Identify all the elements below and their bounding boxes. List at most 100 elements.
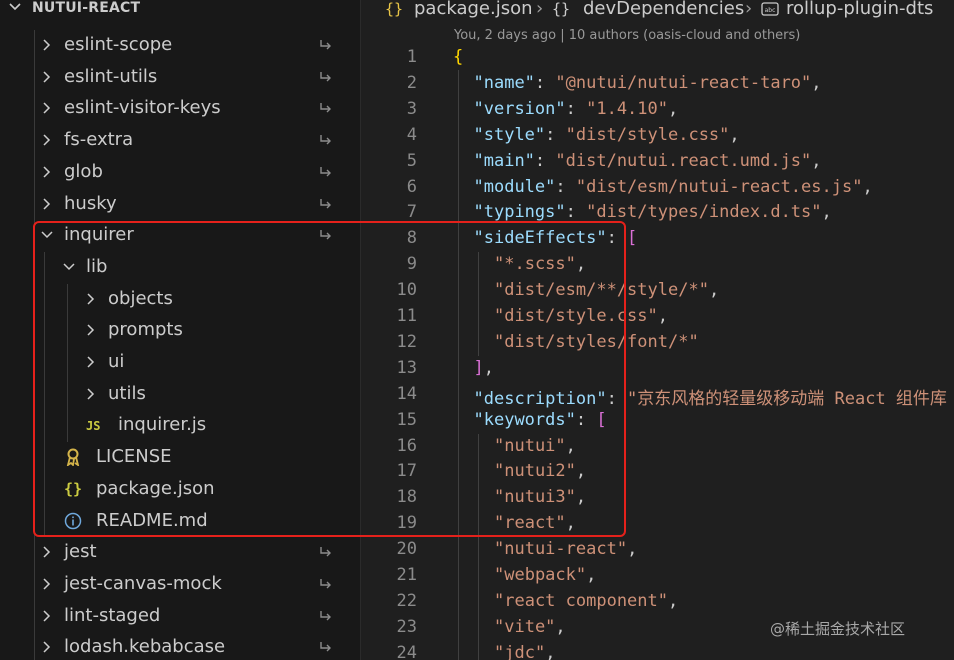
tree-item-utils[interactable]: utils [0, 379, 360, 410]
json-file-icon: {} [385, 0, 404, 18]
code-token: , [811, 150, 822, 171]
tree-item-package-json[interactable]: {} package.json [0, 474, 360, 505]
code-line[interactable]: 15 "keywords": [ [361, 408, 954, 434]
code-token: , [627, 539, 638, 560]
code-line[interactable]: 7 "typings": "dist/types/index.d.ts", [361, 200, 954, 226]
code-token: , [862, 176, 873, 197]
line-number: 1 [406, 47, 417, 67]
code-line[interactable]: 5 "main": "dist/nutui.react.umd.js", [361, 149, 954, 175]
chevron-right-icon[interactable] [40, 38, 54, 52]
code-token: : [565, 98, 587, 119]
chevron-right-icon[interactable] [40, 197, 54, 211]
code-line[interactable]: 24 "jdc", [361, 641, 954, 660]
tree-item-jest-canvas-mock[interactable]: jest-canvas-mock [0, 569, 360, 600]
code-line[interactable]: 6 "module": "dist/esm/nutui-react.es.js", [361, 175, 954, 201]
line-number: 12 [396, 331, 417, 352]
tree-item-label: README.md [96, 509, 208, 531]
code-line[interactable]: 11 "dist/style.css", [361, 304, 954, 330]
tree-item-lint-staged[interactable]: lint-staged [0, 601, 360, 632]
code-line[interactable]: 3 "version": "1.4.10", [361, 97, 954, 123]
line-number: 13 [396, 357, 417, 378]
chevron-down-icon[interactable] [62, 260, 76, 274]
code-line[interactable]: 20 "nutui-react", [361, 537, 954, 563]
chevron-right-icon[interactable] [40, 70, 54, 84]
code-line[interactable]: 22 "react component", [361, 589, 954, 615]
tree-item-jest[interactable]: jest [0, 537, 360, 568]
chevron-right-icon[interactable] [40, 640, 54, 654]
explorer-root-header[interactable]: NUTUI-REACT [0, 0, 360, 24]
code-line[interactable]: 4 "style": "dist/style.css", [361, 123, 954, 149]
code-token: "nutui2" [494, 461, 576, 482]
code-token: "description" [473, 388, 607, 409]
tree-item-label: eslint-visitor-keys [64, 97, 221, 119]
chevron-right-icon[interactable] [84, 355, 98, 369]
code-token: "dist/style.css" [565, 124, 730, 145]
watermark: @稀土掘金技术社区 [770, 620, 906, 638]
code-token: : [565, 202, 587, 223]
tree-item-objects[interactable]: objects [0, 284, 360, 315]
chevron-right-icon[interactable] [40, 577, 54, 591]
chevron-down-icon [9, 3, 21, 11]
code-text: "module": "dist/esm/nutui-react.es.js", [474, 177, 873, 197]
code-line[interactable]: 10 "dist/esm/**/style/*", [361, 278, 954, 304]
symlink-arrow-icon [320, 40, 331, 50]
chevron-right-icon[interactable] [40, 609, 54, 623]
tree-item-eslint-scope[interactable]: eslint-scope [0, 30, 360, 61]
chevron-right-icon[interactable] [84, 323, 98, 337]
tree-item-lib[interactable]: lib [0, 252, 360, 283]
chevron-right-icon[interactable] [40, 101, 54, 115]
breadcrumb-section[interactable]: devDependencies [583, 0, 744, 19]
tree-item-ui[interactable]: ui [0, 347, 360, 378]
code-line[interactable]: 13], [361, 356, 954, 382]
tree-item-label: eslint-scope [64, 34, 173, 55]
code-text: "react component", [494, 591, 678, 611]
code-token: "nutui-react" [494, 539, 628, 560]
chevron-right-icon[interactable] [40, 165, 54, 179]
tree-item-husky[interactable]: husky [0, 189, 360, 220]
chevron-right-icon[interactable] [40, 133, 54, 147]
tree-item-inquirer[interactable]: inquirer [0, 220, 360, 251]
tree-item-eslint-utils[interactable]: eslint-utils [0, 62, 360, 93]
code-token: : [555, 176, 576, 197]
tree-item-eslint-visitor-keys[interactable]: eslint-visitor-keys [0, 93, 360, 124]
tree-item-inquirer-js[interactable]: JS inquirer.js [0, 410, 360, 441]
code-text: "dist/esm/**/style/*", [494, 280, 719, 300]
tree-item-fs-extra[interactable]: fs-extra [0, 125, 360, 156]
chevron-right-icon[interactable] [40, 545, 54, 559]
code-line[interactable]: 14 "description": "京东风格的轻量级移动端 React 组件库 [361, 382, 954, 409]
code-token: "nutui" [494, 435, 566, 456]
chevron-right-icon[interactable] [84, 292, 98, 306]
code-line[interactable]: 21 "webpack", [361, 563, 954, 589]
code-token: "webpack" [494, 565, 587, 585]
code-line[interactable]: 1{ [361, 45, 954, 71]
code-token: "main" [473, 150, 535, 171]
line-number: 21 [396, 565, 417, 585]
code-token: , [565, 513, 576, 534]
chevron-down-icon[interactable] [40, 228, 54, 242]
tree-item-license[interactable]: LICENSE [0, 442, 360, 473]
line-number: 10 [396, 280, 417, 301]
tree-item-prompts[interactable]: prompts [0, 315, 360, 346]
chevron-right-icon[interactable] [84, 387, 98, 401]
breadcrumb-file[interactable]: package.json [414, 0, 533, 19]
js-icon: JS [86, 419, 101, 434]
code-text: "description": "京东风格的轻量级移动端 React 组件库 [474, 384, 947, 409]
code-text: "main": "dist/nutui.react.umd.js", [474, 151, 822, 171]
code-token: "typings" [473, 202, 566, 223]
line-number: 23 [396, 616, 417, 637]
code-line[interactable]: 19 "react", [361, 511, 954, 537]
code-line[interactable]: 2 "name": "@nutui/nutui-react-taro", [361, 71, 954, 97]
code-line[interactable]: 12 "dist/styles/font/*" [361, 330, 954, 356]
code-token: : [534, 72, 556, 93]
code-line[interactable]: 8 "sideEffects": [ [361, 226, 954, 252]
tree-item-readme-md[interactable]: README.md [0, 506, 360, 537]
code-text: "dist/styles/font/*" [494, 332, 699, 352]
code-line[interactable]: 16 "nutui", [361, 434, 954, 460]
code-line[interactable]: 9 "*.scss", [361, 252, 954, 278]
code-line[interactable]: 17 "nutui2", [361, 459, 954, 485]
tree-item-lodash-kebabcase[interactable]: lodash.kebabcase [0, 632, 360, 660]
tree-item-glob[interactable]: glob [0, 157, 360, 188]
breadcrumb-key[interactable]: rollup-plugin-dts [786, 0, 933, 19]
code-line[interactable]: 18 "nutui3", [361, 485, 954, 511]
git-blame-codelens[interactable]: You, 2 days ago | 10 authors (oasis-clou… [454, 28, 800, 43]
